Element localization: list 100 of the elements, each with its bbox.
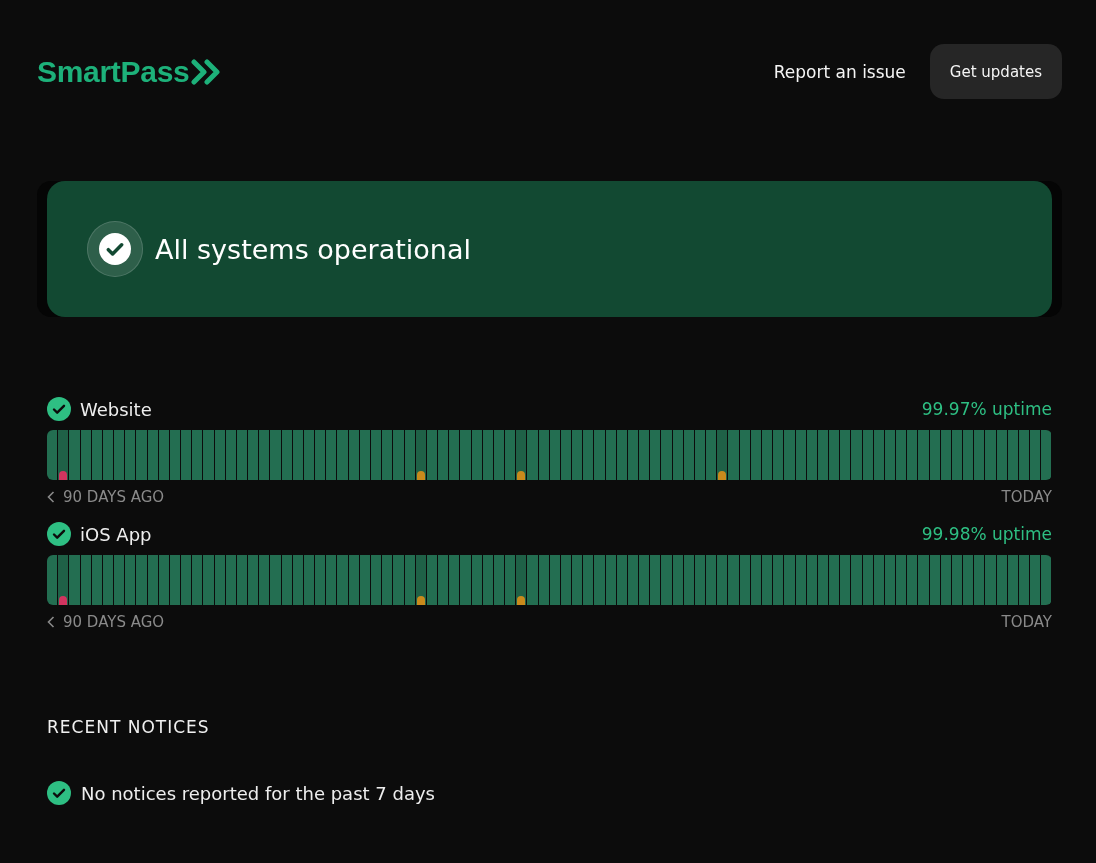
day-bar[interactable] [717, 555, 728, 605]
day-bar[interactable] [449, 555, 460, 605]
day-bar[interactable] [896, 555, 907, 605]
day-bar[interactable] [560, 555, 572, 605]
day-bar[interactable] [862, 430, 873, 480]
day-bar[interactable] [315, 555, 326, 605]
day-bar[interactable] [1030, 555, 1041, 605]
day-bar[interactable] [359, 430, 370, 480]
day-bar[interactable] [80, 555, 91, 605]
day-bar[interactable] [605, 555, 616, 605]
day-bar[interactable] [482, 555, 493, 605]
day-bar[interactable] [426, 555, 437, 605]
day-bar[interactable] [996, 555, 1007, 605]
day-bar[interactable] [1007, 430, 1018, 480]
day-bar[interactable] [840, 430, 851, 480]
day-bar[interactable] [951, 430, 963, 480]
day-bar[interactable] [404, 430, 415, 480]
day-bar[interactable] [572, 430, 583, 480]
day-bar[interactable] [951, 555, 963, 605]
day-bar[interactable] [326, 555, 337, 605]
day-bar[interactable] [773, 555, 784, 605]
day-bar[interactable] [516, 555, 527, 605]
day-bar[interactable] [627, 555, 639, 605]
day-bar[interactable] [974, 430, 985, 480]
day-bar[interactable] [426, 430, 437, 480]
day-bar[interactable] [605, 430, 616, 480]
day-bar[interactable] [80, 430, 91, 480]
day-bar[interactable] [929, 555, 940, 605]
day-bar[interactable] [884, 430, 896, 480]
day-bar[interactable] [214, 430, 225, 480]
day-bar[interactable] [181, 555, 192, 605]
day-bar[interactable] [259, 555, 270, 605]
day-bar[interactable] [382, 555, 393, 605]
day-bar[interactable] [505, 555, 516, 605]
day-bar[interactable] [739, 430, 750, 480]
day-bar[interactable] [583, 430, 594, 480]
day-bar[interactable] [650, 555, 661, 605]
day-bar[interactable] [303, 430, 315, 480]
day-bar[interactable] [192, 430, 203, 480]
day-bar[interactable] [694, 555, 706, 605]
day-bar[interactable] [236, 430, 248, 480]
day-bar[interactable] [259, 430, 270, 480]
day-bar[interactable] [371, 430, 382, 480]
day-bar[interactable] [169, 555, 181, 605]
day-bar[interactable] [214, 555, 225, 605]
day-bar[interactable] [471, 430, 482, 480]
day-bar[interactable] [47, 430, 58, 480]
day-bar[interactable] [516, 430, 527, 480]
day-bar[interactable] [248, 430, 259, 480]
day-bar[interactable] [817, 430, 829, 480]
day-bar[interactable] [303, 555, 315, 605]
day-bar[interactable] [873, 555, 884, 605]
day-bar[interactable] [829, 555, 840, 605]
day-bar[interactable] [795, 555, 806, 605]
report-issue-link[interactable]: Report an issue [773, 61, 906, 82]
day-bar[interactable] [963, 430, 974, 480]
day-bar[interactable] [1007, 555, 1018, 605]
day-bar[interactable] [572, 555, 583, 605]
day-bar[interactable] [639, 555, 650, 605]
day-bar[interactable] [873, 430, 884, 480]
day-bar[interactable] [1041, 430, 1052, 480]
day-bar[interactable] [225, 430, 236, 480]
day-bar[interactable] [896, 430, 907, 480]
day-bar[interactable] [1018, 555, 1030, 605]
day-bar[interactable] [114, 430, 125, 480]
day-bar[interactable] [806, 430, 817, 480]
day-bar[interactable] [281, 430, 292, 480]
day-bar[interactable] [1018, 430, 1030, 480]
day-bar[interactable] [795, 430, 806, 480]
day-bar[interactable] [326, 430, 337, 480]
day-bar[interactable] [694, 430, 706, 480]
day-bar[interactable] [348, 555, 359, 605]
day-bar[interactable] [840, 555, 851, 605]
day-bar[interactable] [583, 555, 594, 605]
day-bar[interactable] [225, 555, 236, 605]
day-bar[interactable] [192, 555, 203, 605]
day-bar[interactable] [493, 430, 505, 480]
day-bar[interactable] [125, 555, 136, 605]
day-bar[interactable] [538, 555, 549, 605]
day-bar[interactable] [538, 430, 549, 480]
day-bar[interactable] [292, 555, 303, 605]
day-bar[interactable] [449, 430, 460, 480]
day-bar[interactable] [482, 430, 493, 480]
day-bar[interactable] [236, 555, 248, 605]
day-bar[interactable] [683, 430, 694, 480]
day-bar[interactable] [750, 555, 761, 605]
day-bar[interactable] [940, 555, 951, 605]
day-bar[interactable] [158, 555, 169, 605]
day-bar[interactable] [929, 430, 940, 480]
day-bar[interactable] [315, 430, 326, 480]
day-bar[interactable] [169, 430, 181, 480]
day-bar[interactable] [382, 430, 393, 480]
day-bar[interactable] [438, 555, 449, 605]
day-bar[interactable] [292, 430, 303, 480]
day-bar[interactable] [650, 430, 661, 480]
day-bar[interactable] [717, 430, 728, 480]
day-bar[interactable] [102, 555, 114, 605]
day-bar[interactable] [471, 555, 482, 605]
day-bar[interactable] [762, 430, 773, 480]
day-bar[interactable] [549, 430, 560, 480]
